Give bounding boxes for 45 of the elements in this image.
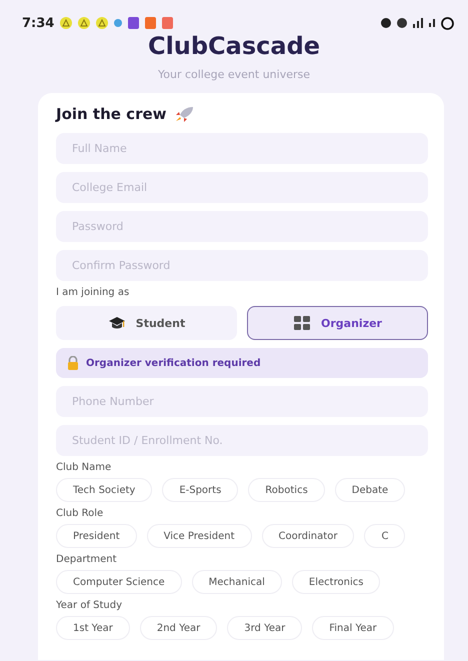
option-chip[interactable]: Coordinator — [262, 524, 354, 548]
warning-notification-icon — [60, 17, 72, 29]
field-label: Club Name — [56, 462, 112, 473]
option-chip[interactable]: Tech Society — [56, 478, 152, 502]
signal-icon — [413, 18, 423, 28]
option-chip[interactable]: Vice President — [146, 524, 252, 548]
role-option[interactable]: Organizer — [247, 306, 428, 340]
option-chip[interactable]: 2nd Year — [140, 616, 218, 640]
dot-notification-icon — [114, 19, 122, 27]
app-notification-icon — [145, 17, 156, 29]
app-subtitle: Your college event universe — [156, 68, 311, 81]
option-chip[interactable]: 1st Year — [56, 616, 130, 640]
warning-notification-icon — [96, 17, 108, 29]
input-field[interactable]: College Email — [56, 172, 428, 203]
input-field[interactable]: Student ID / Enrollment No. — [56, 425, 428, 456]
role-option[interactable]: Student — [56, 306, 237, 340]
field-label: Department — [56, 554, 118, 565]
field-label: Year of Study — [56, 600, 124, 611]
field-label: Club Role — [56, 508, 104, 519]
option-chip[interactable]: Final Year — [312, 616, 394, 640]
option-chip[interactable]: C — [364, 524, 406, 548]
input-field[interactable]: Password — [56, 211, 428, 242]
option-chip[interactable]: E-Sports — [162, 478, 238, 502]
option-chip[interactable]: President — [56, 524, 137, 548]
field-label: I am joining as — [56, 287, 130, 298]
graduation-cap-icon — [108, 316, 126, 330]
option-chip[interactable]: Debate — [334, 478, 406, 502]
app-notification-icon — [162, 17, 174, 29]
input-field[interactable]: Full Name — [56, 133, 428, 164]
option-chip[interactable]: Robotics — [248, 478, 325, 502]
option-chip[interactable]: Computer Science — [56, 570, 182, 594]
option-chip[interactable]: 3rd Year — [227, 616, 302, 640]
lock-icon — [66, 356, 80, 370]
input-field[interactable]: Confirm Password — [56, 250, 428, 281]
app-title: ClubCascade — [146, 32, 322, 60]
app-notification-icon — [128, 17, 140, 29]
status-time: 7:34 — [22, 16, 54, 30]
form-heading: Join the crew — [56, 105, 166, 123]
signal-icon — [429, 19, 435, 27]
grid-icon — [293, 316, 312, 330]
notice-text: Organizer verification required — [86, 358, 261, 368]
warning-notification-icon — [78, 17, 90, 29]
input-field[interactable]: Phone Number — [56, 386, 428, 417]
option-chip[interactable]: Electronics — [292, 570, 380, 594]
option-chip[interactable]: Mechanical — [192, 570, 282, 594]
